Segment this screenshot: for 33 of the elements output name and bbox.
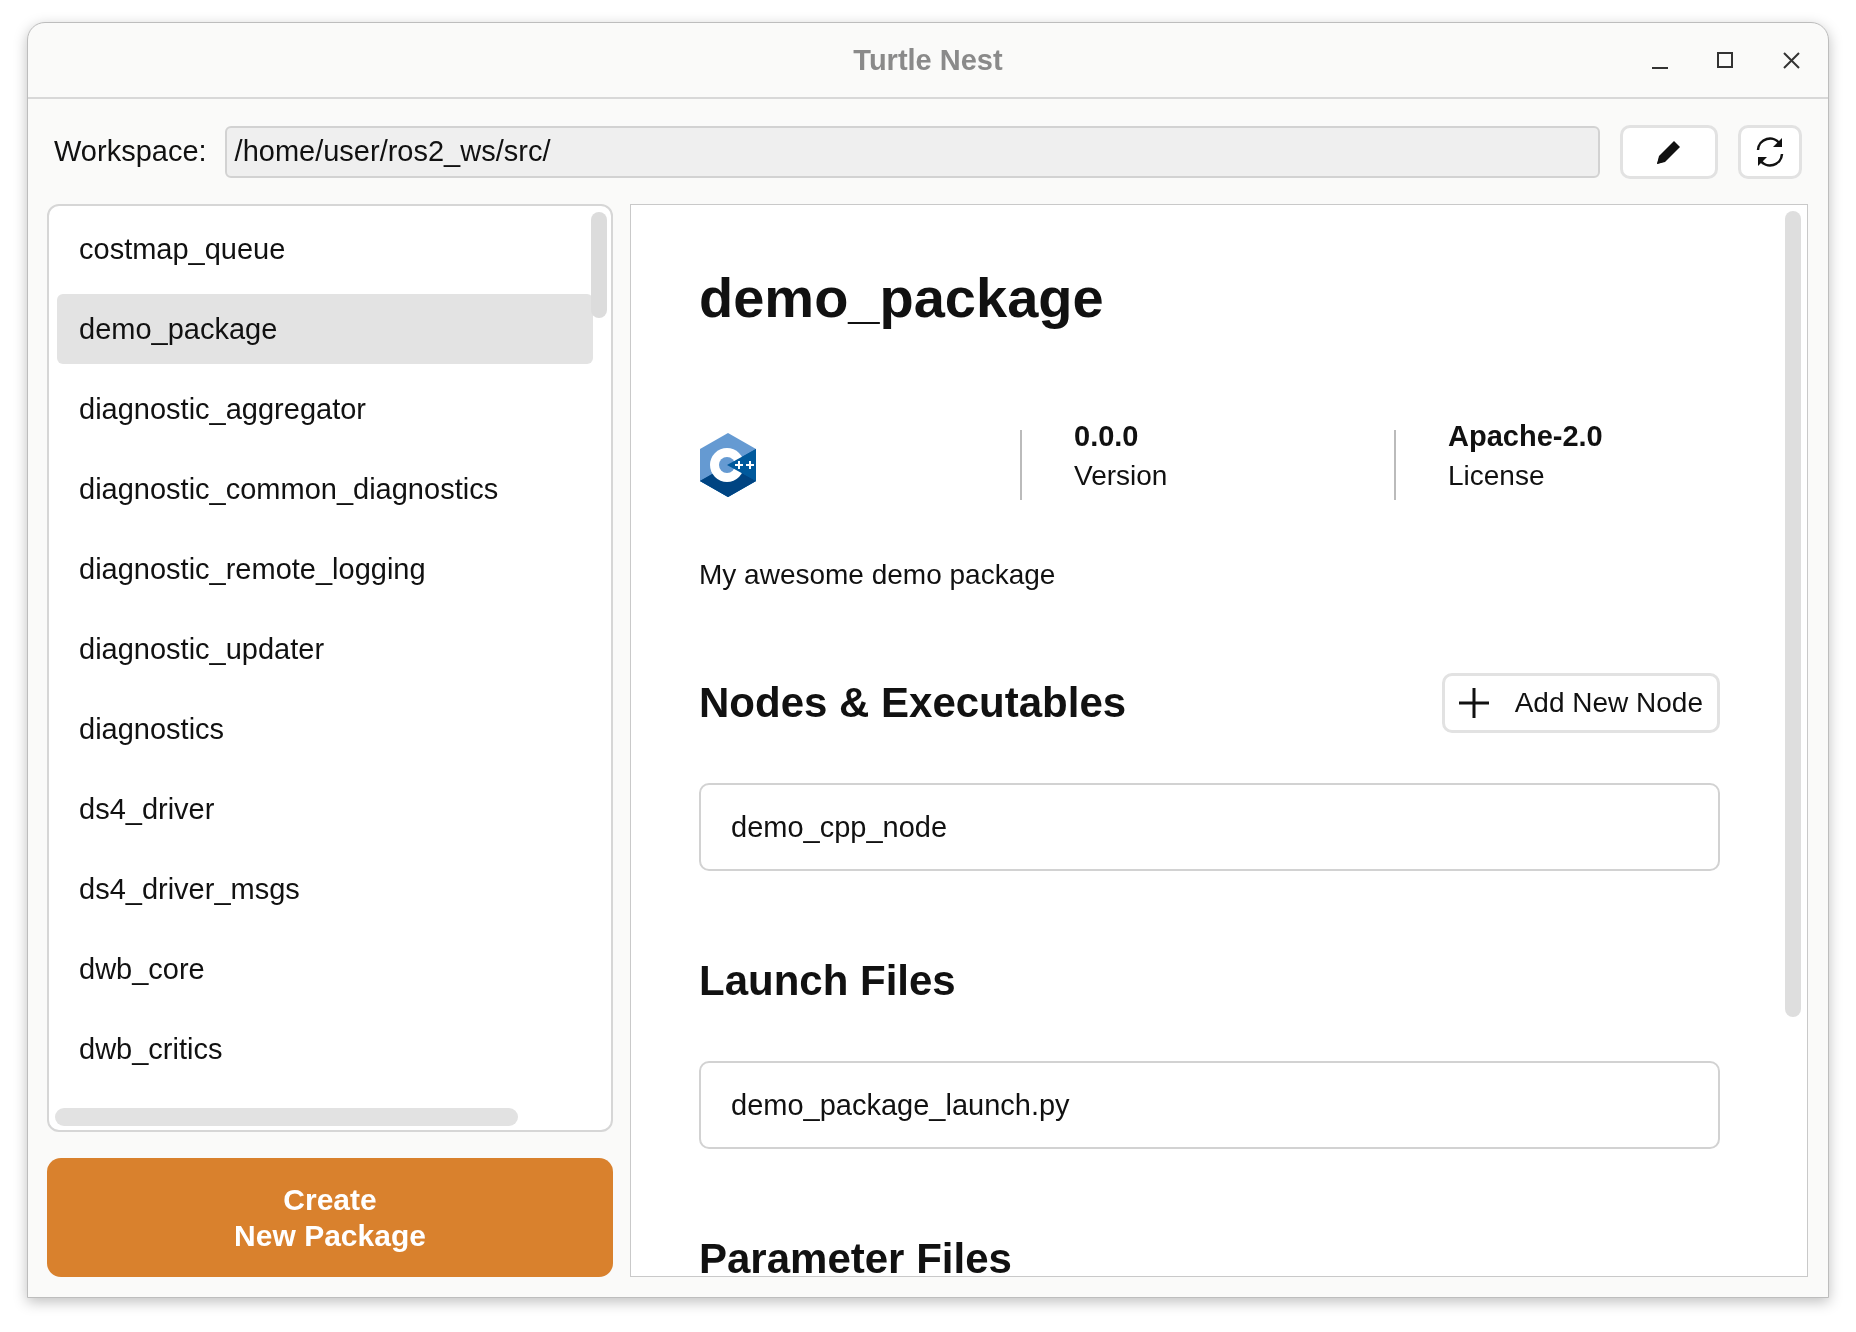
add-node-button[interactable]: Add New Node bbox=[1441, 673, 1720, 733]
file-entry[interactable]: demo_cpp_node bbox=[699, 783, 1720, 871]
package-item[interactable]: ds4_driver bbox=[57, 774, 593, 844]
license-label: License bbox=[1448, 459, 1546, 493]
scrollbar[interactable] bbox=[55, 1108, 518, 1126]
workspace-label: Workspace: bbox=[54, 135, 207, 168]
package-item[interactable]: diagnostic_common_diagnostics bbox=[57, 454, 593, 524]
package-description: My awesome demo package bbox=[699, 558, 1056, 592]
section-heading: Launch Files bbox=[699, 956, 956, 1006]
version-value: 0.0.0 bbox=[1074, 419, 1140, 454]
package-item[interactable]: dwb_critics bbox=[57, 1014, 593, 1084]
package-item[interactable]: ds4_driver_msgs bbox=[57, 854, 593, 924]
package-title: demo_package bbox=[699, 265, 1105, 331]
edit-button[interactable] bbox=[1620, 124, 1718, 179]
package-item[interactable]: dwb_core bbox=[57, 934, 593, 1004]
plus-icon bbox=[1456, 686, 1491, 720]
file-entry[interactable]: demo_package_launch.py bbox=[699, 1061, 1720, 1149]
package-item[interactable]: diagnostic_remote_logging bbox=[57, 534, 593, 604]
scrollbar[interactable] bbox=[591, 212, 607, 318]
section-heading: Nodes & Executables bbox=[699, 678, 1127, 728]
package-item[interactable]: diagnostic_aggregator bbox=[57, 374, 593, 444]
window-title: Turtle Nest bbox=[853, 43, 1003, 77]
cpp-logo-icon bbox=[699, 433, 757, 497]
section-heading: Parameter Files bbox=[699, 1234, 1012, 1276]
scrollbar[interactable] bbox=[1785, 211, 1801, 1017]
package-item[interactable]: diagnostics bbox=[57, 694, 593, 764]
refresh-button[interactable] bbox=[1738, 124, 1802, 179]
package-item[interactable]: costmap_queue bbox=[57, 214, 593, 284]
workspace-path-field[interactable]: /home/user/ros2_ws/src/ bbox=[224, 125, 1600, 178]
package-item[interactable]: diagnostic_updater bbox=[57, 614, 593, 684]
version-label: Version bbox=[1074, 459, 1169, 493]
license-value: Apache-2.0 bbox=[1448, 419, 1604, 454]
package-item[interactable]: demo_package bbox=[57, 294, 593, 364]
